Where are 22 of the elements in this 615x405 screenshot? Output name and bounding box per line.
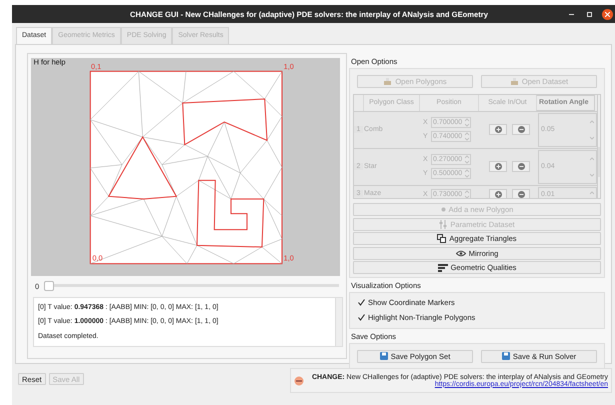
shapes-icon <box>437 234 446 243</box>
checkmark-icon <box>358 314 365 320</box>
dot-icon <box>440 207 446 212</box>
floppy-icon <box>502 352 510 360</box>
maximize-button[interactable] <box>584 9 594 19</box>
floppy-icon <box>380 352 388 360</box>
plus-icon <box>494 163 502 170</box>
folder-icon <box>383 78 392 86</box>
plus-icon <box>494 126 502 133</box>
close-icon <box>605 12 610 16</box>
eye-icon <box>456 250 466 256</box>
chart-icon <box>438 264 448 272</box>
checkmark-icon <box>358 299 365 306</box>
logo-icon <box>294 376 304 386</box>
minus-icon <box>518 163 524 170</box>
scrollbar[interactable] <box>335 298 342 346</box>
close-button[interactable] <box>602 8 613 20</box>
minus-icon <box>518 126 524 133</box>
maximize-icon <box>586 12 592 16</box>
slider-handle[interactable] <box>44 281 54 291</box>
sliders-icon <box>439 220 448 228</box>
folder-icon <box>510 78 519 86</box>
